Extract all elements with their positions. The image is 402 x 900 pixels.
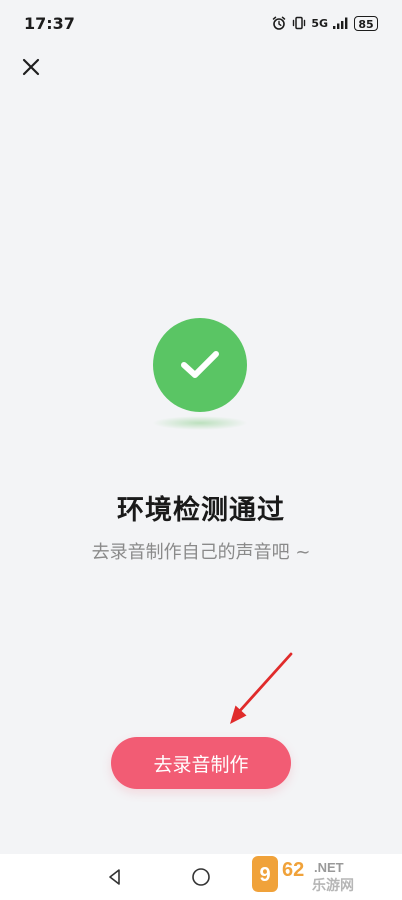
vibrate-icon	[291, 15, 307, 31]
svg-text:9: 9	[259, 864, 270, 886]
svg-text:62: 62	[282, 859, 304, 881]
page-subtitle: 去录音制作自己的声音吧 ~	[91, 542, 311, 563]
back-icon	[109, 869, 120, 885]
start-recording-button[interactable]: 去录音制作	[111, 737, 291, 789]
signal-icon	[332, 16, 350, 30]
nav-home-button[interactable]	[189, 865, 213, 889]
success-shadow	[152, 416, 248, 430]
nav-back-button[interactable]	[103, 865, 127, 889]
network-type-label: 5G	[311, 16, 328, 30]
svg-text:乐游网: 乐游网	[312, 877, 354, 894]
close-button[interactable]	[14, 50, 48, 84]
annotation-arrow-icon	[230, 652, 293, 724]
close-icon	[22, 58, 40, 76]
svg-text:.NET: .NET	[314, 860, 344, 875]
home-icon	[192, 868, 210, 886]
status-time: 17:37	[24, 13, 75, 33]
watermark-logo: 9 62 .NET 乐游网	[252, 856, 354, 894]
alarm-icon	[271, 15, 287, 31]
check-circle-icon	[153, 318, 247, 412]
start-recording-button-label: 去录音制作	[153, 753, 249, 776]
status-bar: 17:37 5G 85	[0, 0, 402, 46]
page-title: 环境检测通过	[117, 495, 285, 526]
battery-icon: 85	[354, 15, 378, 31]
status-icons: 5G 85	[271, 15, 378, 31]
